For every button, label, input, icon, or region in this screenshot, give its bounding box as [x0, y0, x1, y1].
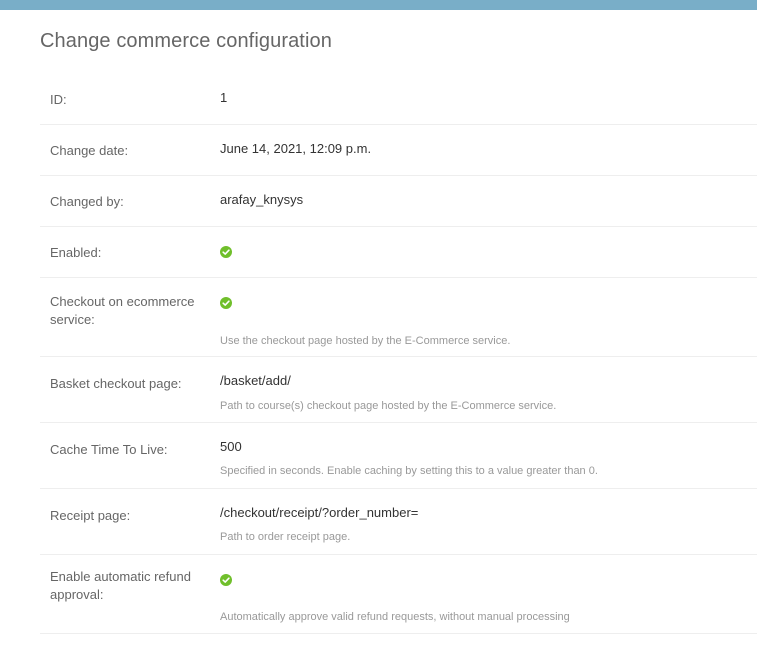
field-row-cache-ttl: Cache Time To Live: 500 Specified in sec… [40, 423, 757, 489]
field-help-auto-refund: Automatically approve valid refund reque… [220, 611, 570, 623]
field-label-basket-checkout-page: Basket checkout page: [50, 376, 182, 391]
page-title: Change commerce configuration [40, 30, 332, 52]
field-label-auto-refund: Enable automatic refund approval: [50, 569, 191, 602]
config-form: ID: 1 Change date: June 14, 2021, 12:09 … [40, 74, 757, 634]
field-value-changed-by: arafay_knysys [220, 192, 304, 207]
yes-icon [220, 574, 232, 586]
field-row-enabled: Enabled: [40, 227, 757, 278]
field-row-changed-by: Changed by: arafay_knysys [40, 176, 757, 227]
field-value-basket-checkout-page: /basket/add/ [220, 373, 291, 388]
field-label-changed-by: Changed by: [50, 194, 124, 209]
field-value-cache-ttl: 500 [220, 439, 242, 454]
header-bar [0, 0, 757, 10]
field-label-checkout-on-ecommerce: Checkout on ecommerce service: [50, 294, 195, 327]
field-label-enabled: Enabled: [50, 245, 102, 260]
field-label-receipt-page: Receipt page: [50, 508, 131, 523]
field-value-change-date: June 14, 2021, 12:09 p.m. [220, 141, 372, 156]
field-row-receipt-page: Receipt page: /checkout/receipt/?order_n… [40, 489, 757, 555]
field-row-id: ID: 1 [40, 74, 757, 125]
field-label-cache-ttl: Cache Time To Live: [50, 442, 168, 457]
field-label-change-date: Change date: [50, 143, 129, 158]
field-help-checkout-on-ecommerce: Use the checkout page hosted by the E-Co… [220, 335, 511, 347]
field-row-basket-checkout-page: Basket checkout page: /basket/add/ Path … [40, 357, 757, 423]
field-row-change-date: Change date: June 14, 2021, 12:09 p.m. [40, 125, 757, 176]
yes-icon [220, 246, 232, 258]
yes-icon [220, 297, 232, 309]
field-value-receipt-page: /checkout/receipt/?order_number= [220, 505, 419, 520]
field-help-basket-checkout-page: Path to course(s) checkout page hosted b… [220, 400, 557, 412]
field-label-id: ID: [50, 92, 67, 107]
field-help-receipt-page: Path to order receipt page. [220, 531, 351, 543]
field-help-cache-ttl: Specified in seconds. Enable caching by … [220, 465, 598, 477]
field-value-id: 1 [220, 90, 228, 105]
field-row-checkout-on-ecommerce: Checkout on ecommerce service: Use the c… [40, 278, 757, 357]
field-row-auto-refund: Enable automatic refund approval: Automa… [40, 555, 757, 634]
